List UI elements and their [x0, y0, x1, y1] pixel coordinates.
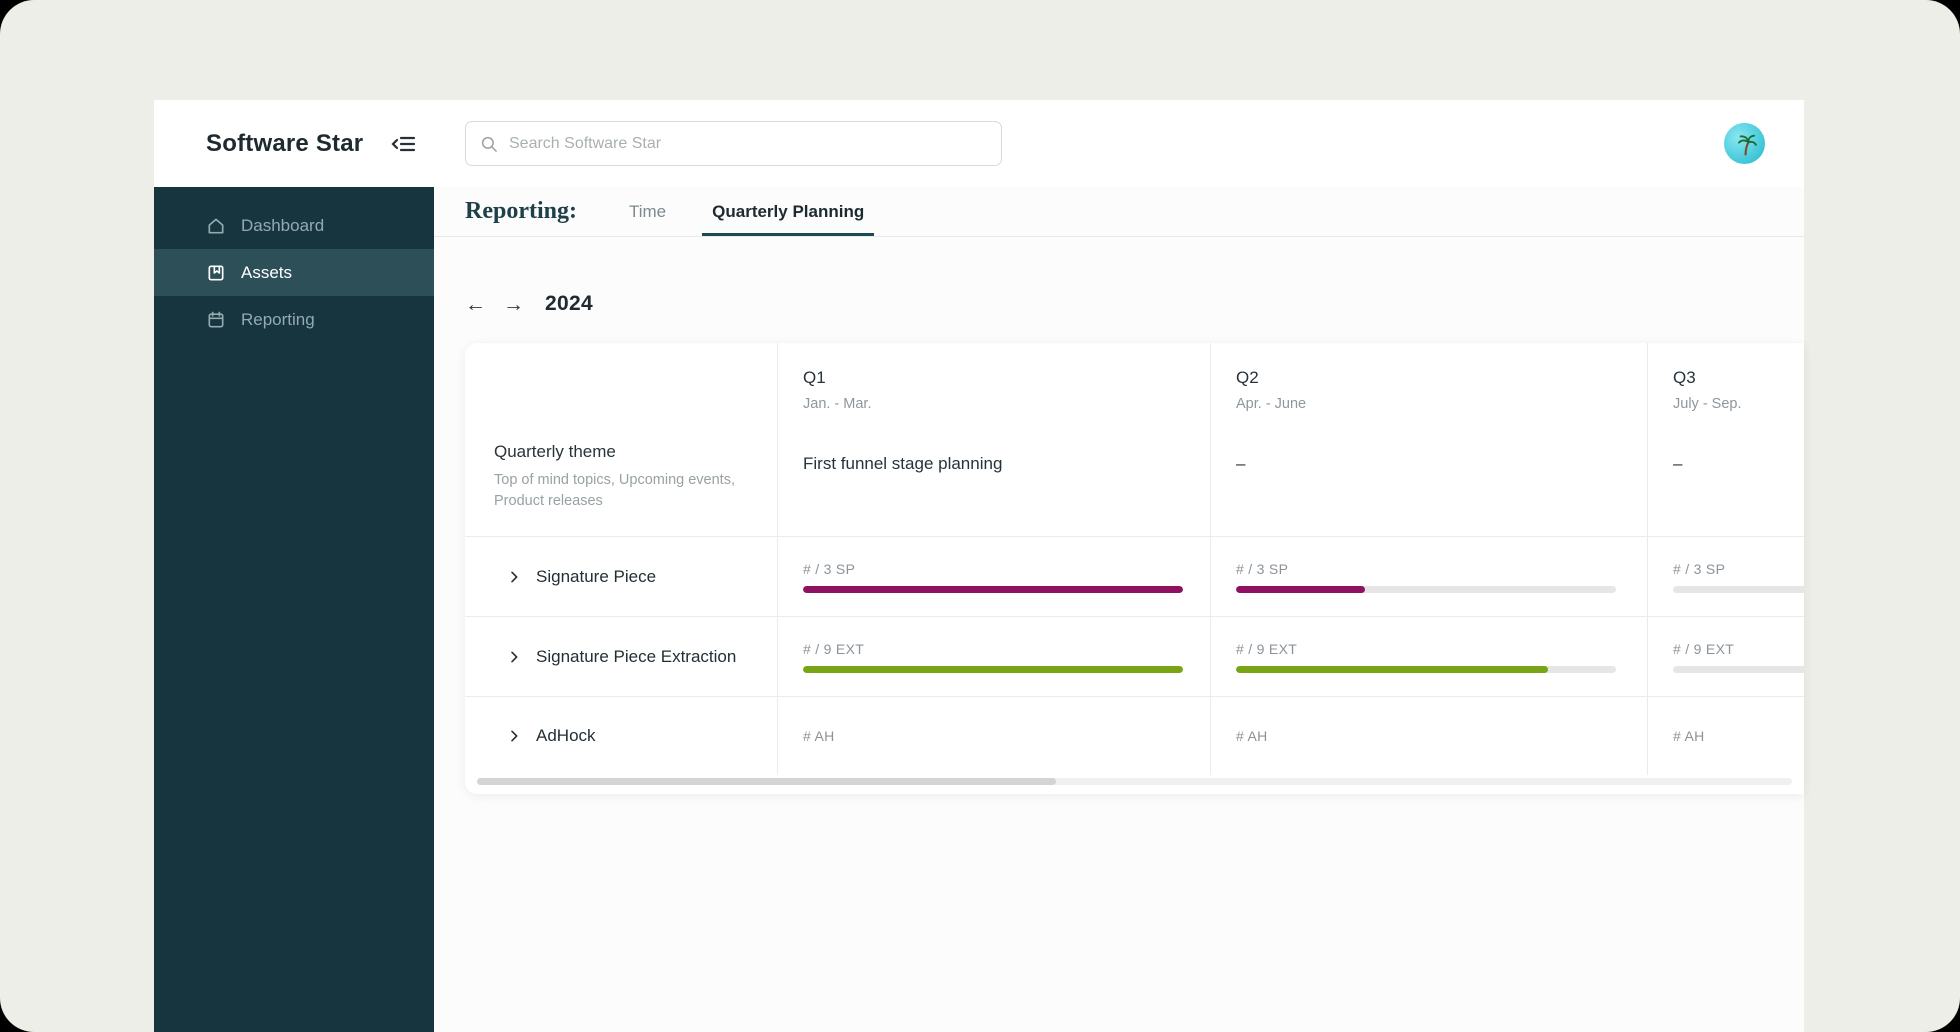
sp-q1-cell: # / 3 SP — [777, 537, 1210, 617]
row-signature-piece-extraction[interactable]: Signature Piece Extraction — [465, 617, 777, 697]
metric-label: # AH — [1673, 728, 1705, 744]
chevron-right-icon[interactable] — [506, 728, 522, 744]
planning-table: Quarterly theme Top of mind topics, Upco… — [465, 343, 1804, 775]
q3-theme-value: – — [1673, 454, 1683, 473]
top-bar: Software Star — [154, 100, 1804, 187]
q3-label: Q3 — [1673, 368, 1696, 387]
row-signature-piece[interactable]: Signature Piece — [465, 537, 777, 617]
ext-q1-cell: # / 9 EXT — [777, 617, 1210, 697]
scrollbar-thumb[interactable] — [477, 778, 1056, 785]
ext-q2-cell: # / 9 EXT — [1210, 617, 1647, 697]
quarterly-theme-header-cell: Quarterly theme Top of mind topics, Upco… — [465, 343, 777, 537]
metric-label: # / 3 SP — [1673, 560, 1726, 577]
sidebar: Dashboard Assets Reporting — [154, 187, 434, 1032]
page-title: Reporting: — [465, 198, 577, 224]
tab-quarterly-planning[interactable]: Quarterly Planning — [702, 187, 874, 236]
year-navigation: ← → 2024 — [465, 284, 1804, 324]
horizontal-scrollbar — [465, 775, 1804, 794]
q2-theme-cell: Q2 Apr. - June – — [1210, 343, 1647, 537]
q3-theme-cell: Q3 July - Sep. – — [1647, 343, 1804, 537]
row-label: Signature Piece — [536, 566, 657, 586]
logo-box: Software Star — [154, 130, 434, 158]
row-label: AdHock — [536, 726, 596, 745]
metric-label: # / 3 SP — [1236, 560, 1289, 577]
tab-time[interactable]: Time — [619, 187, 676, 236]
sidebar-item-assets[interactable]: Assets — [154, 249, 434, 296]
reporting-tabs-row: Reporting: Time Quarterly Planning — [434, 187, 1804, 237]
main-content: ← → 2024 Quarterly theme Top of mind top… — [434, 237, 1804, 1032]
sidebar-item-reporting[interactable]: Reporting — [154, 296, 434, 343]
q1-theme-cell: Q1 Jan. - Mar. First funnel stage planni… — [777, 343, 1210, 537]
progress-bar — [803, 665, 1183, 673]
palm-tree-icon — [1737, 134, 1757, 156]
metric-label: # / 9 EXT — [1236, 640, 1298, 657]
adhock-q3-cell: # AH — [1647, 697, 1804, 775]
sidebar-item-dashboard[interactable]: Dashboard — [154, 202, 434, 249]
search-bar — [465, 121, 1002, 166]
sidebar-collapse-icon[interactable] — [390, 133, 416, 155]
q1-range: Jan. - Mar. — [803, 396, 872, 412]
avatar[interactable] — [1724, 123, 1765, 164]
q2-label: Q2 — [1236, 368, 1259, 387]
row-label: Signature Piece Extraction — [536, 646, 737, 666]
scrollbar-track[interactable] — [477, 778, 1792, 785]
sp-q2-cell: # / 3 SP — [1210, 537, 1647, 617]
search-icon — [481, 136, 497, 152]
adhock-q2-cell: # AH — [1210, 697, 1647, 775]
search-input[interactable] — [509, 134, 987, 153]
next-year-arrow-icon[interactable]: → — [503, 294, 524, 315]
calendar-icon — [206, 310, 226, 330]
home-icon — [206, 216, 226, 236]
quarterly-theme-title: Quarterly theme — [494, 441, 616, 461]
q2-theme-value: – — [1236, 454, 1246, 473]
metric-label: # / 9 EXT — [1673, 640, 1735, 657]
progress-bar — [803, 585, 1183, 593]
metric-label: # / 9 EXT — [803, 640, 865, 657]
sidebar-item-label: Dashboard — [241, 215, 325, 235]
assets-icon — [206, 263, 226, 283]
planning-table-viewport: Quarterly theme Top of mind topics, Upco… — [465, 343, 1804, 775]
sidebar-item-label: Reporting — [241, 309, 315, 329]
quarterly-theme-sublabel: Top of mind topics, Upcoming events, Pro… — [494, 471, 735, 509]
metric-label: # / 3 SP — [803, 560, 856, 577]
progress-bar — [1673, 585, 1804, 593]
progress-bar — [1673, 665, 1804, 673]
app-title: Software Star — [206, 129, 364, 157]
q3-range: July - Sep. — [1673, 396, 1742, 412]
sidebar-item-label: Assets — [241, 262, 293, 282]
q2-range: Apr. - June — [1236, 396, 1307, 412]
app-window: Software Star Search Software Star Dashb… — [154, 100, 1804, 1032]
metric-label: # AH — [1236, 728, 1268, 744]
row-adhock[interactable]: AdHock — [465, 697, 777, 775]
adhock-q1-cell: # AH — [777, 697, 1210, 775]
progress-bar — [1236, 585, 1616, 593]
progress-bar — [1236, 665, 1616, 673]
year-label: 2024 — [545, 292, 593, 315]
chevron-right-icon[interactable] — [506, 649, 522, 665]
sp-q3-cell: # / 3 SP — [1647, 537, 1804, 617]
q1-theme-value: First funnel stage planning — [803, 454, 1003, 473]
ext-q3-cell: # / 9 EXT — [1647, 617, 1804, 697]
page-background: Software Star Search Software Star Dashb… — [0, 0, 1960, 1032]
q1-label: Q1 — [803, 368, 826, 387]
metric-label: # AH — [803, 728, 835, 744]
chevron-right-icon[interactable] — [506, 569, 522, 585]
prev-year-arrow-icon[interactable]: ← — [465, 294, 486, 315]
quarterly-planning-card: Quarterly theme Top of mind topics, Upco… — [465, 343, 1804, 794]
